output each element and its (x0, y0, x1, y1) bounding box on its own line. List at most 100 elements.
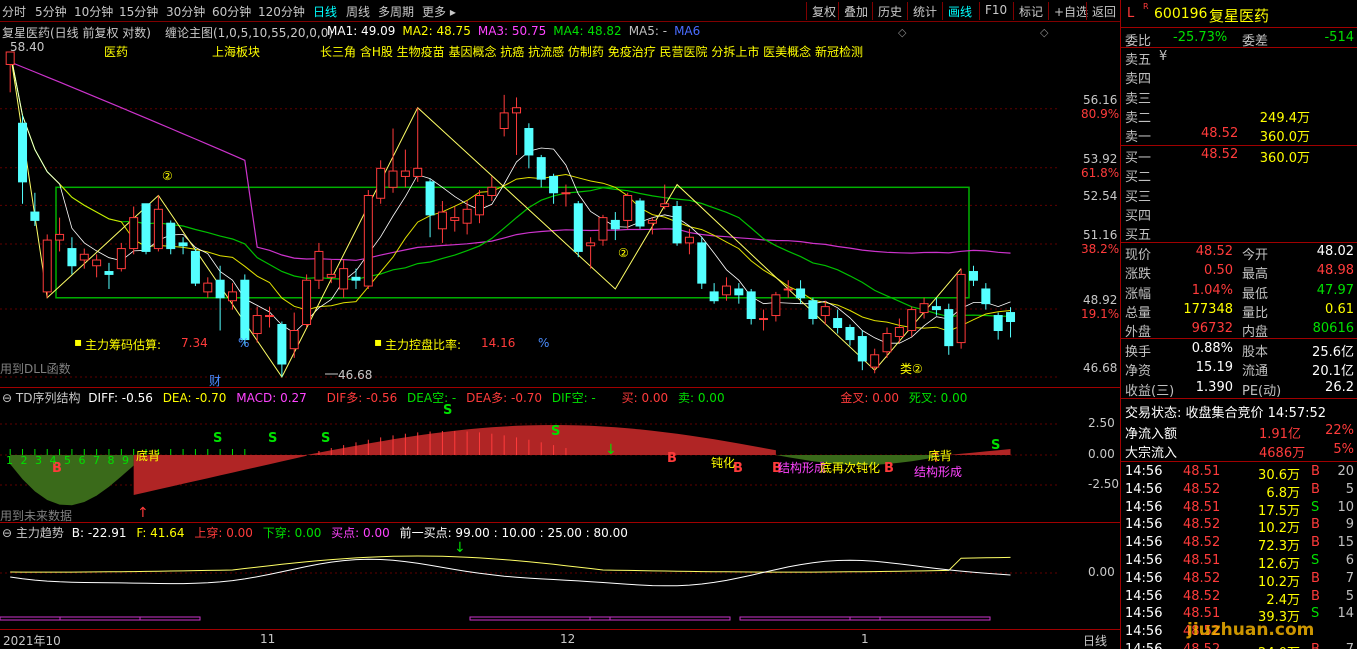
tick-time: 14:56 (1125, 535, 1163, 551)
period-tab[interactable]: 多周期 (378, 3, 414, 20)
toolbar-button[interactable]: 叠加 (838, 2, 873, 20)
candle-body (697, 242, 707, 284)
net-inflow-row: 净流入额 1.91亿 22% (1121, 422, 1357, 442)
tick-row[interactable]: 14:56 48.52 24.0万 B 7 (1121, 641, 1357, 649)
toolbar-button[interactable]: F10 (979, 2, 1012, 20)
ask-label: 卖一 (1125, 130, 1152, 146)
tick-count: 6 (1345, 553, 1354, 568)
candle-down (549, 173, 559, 204)
period-tab[interactable]: 更多 ▸ (422, 3, 456, 20)
period-tab[interactable]: 120分钟 (258, 3, 305, 20)
candle-up (759, 309, 769, 331)
candle-up (55, 217, 65, 252)
candle-down (746, 288, 756, 325)
chip-bullet-icon: ▪ (74, 335, 83, 349)
candle-body (931, 306, 941, 311)
tick-row[interactable]: 14:56 48.52 10.2万 B 7 (1121, 570, 1357, 590)
tick-row[interactable]: 14:56 48.52 10.2万 B 9 (1121, 516, 1357, 536)
fundamental-row: 净资 15.19 流通 20.1亿 (1121, 359, 1357, 379)
candle-up (907, 306, 917, 337)
candle-down (67, 237, 77, 275)
chip-estimate-unit: % (238, 336, 250, 350)
td-collapse-icon[interactable]: ⊖ (2, 391, 12, 405)
candle-down (277, 321, 287, 377)
tick-row[interactable]: 14:56 48.52 72.3万 B 15 (1121, 534, 1357, 554)
candle-body (314, 250, 324, 281)
candle-body (376, 167, 386, 199)
candle-body (55, 233, 65, 241)
candle-body (141, 203, 151, 252)
candle-body (67, 248, 77, 267)
indicator-name[interactable]: 缠论主图(1,0,5,10,55,20,0,0) (165, 24, 333, 41)
period-tab[interactable]: 日线 (313, 3, 337, 20)
td-pane-title[interactable]: TD序列结构 (16, 391, 81, 405)
fib-axis-tick: 61.8% (1081, 165, 1120, 180)
macd-red-area-3 (948, 449, 1011, 455)
trend-volume-band (469, 616, 611, 621)
board-tag: R (1143, 2, 1149, 11)
td-label-bottom-divergence-1: 底背 (136, 449, 161, 463)
candle-body (425, 181, 435, 216)
tick-row[interactable]: 14:56 48.51 17.5万 S 10 (1121, 499, 1357, 519)
candle-body (30, 211, 40, 221)
candle-body (981, 288, 991, 305)
candle-body (92, 259, 102, 267)
tick-row[interactable]: 14:56 48.51 30.6万 B 20 (1121, 463, 1357, 483)
candle-up (388, 128, 398, 193)
pane-toggle-diamond-icon[interactable]: ◇ (1040, 26, 1048, 39)
fundamental-label: 股本 (1242, 345, 1269, 360)
tick-row[interactable]: 14:56 48.51 12.6万 S 6 (1121, 552, 1357, 572)
tick-row[interactable]: 14:56 48.52 6.8万 B 5 (1121, 481, 1357, 501)
period-tab[interactable]: 5分钟 (35, 3, 67, 20)
trend-pane-title[interactable]: 主力趋势 (16, 526, 64, 540)
candle-down (1006, 307, 1016, 338)
candle-body (190, 250, 200, 284)
tick-row[interactable]: 14:56 48.52 2.4万 B 5 (1121, 588, 1357, 608)
candle-body (721, 285, 731, 296)
trend-collapse-icon[interactable]: ⊖ (2, 526, 12, 540)
block-inflow-row: 大宗流入 4686万 5% (1121, 441, 1357, 461)
stat-label: 现价 (1125, 248, 1152, 263)
period-tag[interactable]: 日线 (1083, 632, 1107, 649)
ma-legend-item: MA2: 48.75 (402, 24, 471, 38)
tick-count: 15 (1337, 535, 1354, 551)
period-toolbar: 分时 5分钟 10分钟 15分钟 30分钟 60分钟 120分钟 日线 周线 多周期 更多 ▸ 复权叠… (0, 0, 1120, 22)
candle-body (462, 208, 472, 224)
trend-cross-up: 上穿: 0.00 (194, 526, 253, 540)
toolbar-button[interactable]: 标记 (1013, 2, 1048, 20)
candle-body (882, 333, 892, 353)
toolbar-button[interactable]: 画线 (942, 2, 977, 20)
pane-divider-trend (0, 522, 1120, 523)
period-tab[interactable]: 周线 (346, 3, 370, 20)
collapse-diamond-icon[interactable]: ◇ (898, 26, 906, 39)
candle-up (289, 312, 299, 358)
block-inflow-pct: 5% (1333, 442, 1354, 457)
candle-body (104, 271, 114, 275)
quote-panel: L R 600196 复星医药 委比 -25.73% 委差 -514 卖五 ¥ 卖四… (1120, 0, 1357, 649)
toolbar-button[interactable]: 返回 (1086, 2, 1121, 20)
period-tab[interactable]: 60分钟 (212, 3, 251, 20)
stat-value: 48.98 (1316, 263, 1354, 279)
ask-label: 卖二 (1125, 110, 1152, 126)
candle-down (351, 268, 361, 289)
candle-body (919, 303, 929, 314)
tick-side: B (1311, 481, 1320, 497)
candle-up (326, 260, 336, 284)
kline-chart[interactable]: ↑↓ ↑BBB B BS S SSSS↓ (0, 22, 1120, 649)
chart-area[interactable]: ↑ ↓ ↑ B B B B B S S S S S S ↓ 复星医药(日线 前复权 对数) 缠论主图(1,0… (0, 22, 1120, 649)
ask-level: 卖一 48.52 360.0万 (1121, 125, 1357, 146)
toolbar-button[interactable]: 历史 (872, 2, 907, 20)
stat-value: 177348 (1183, 301, 1233, 317)
period-tab[interactable]: 分时 (2, 3, 26, 20)
stock-code: 600196 (1154, 6, 1208, 22)
period-tab[interactable]: 30分钟 (166, 3, 205, 20)
candle-body (487, 186, 497, 197)
toolbar-button[interactable]: 复权 (806, 2, 841, 20)
period-tab[interactable]: 15分钟 (119, 3, 158, 20)
toolbar-button[interactable]: 统计 (907, 2, 942, 20)
xaxis-label-nov: 11 (260, 632, 276, 646)
period-tab[interactable]: 10分钟 (74, 3, 113, 20)
trend-prev-buy-point: 前一买点: 99.00 : 10.00 : 25.00 : 80.00 (399, 526, 628, 540)
candle-body (166, 222, 176, 250)
fundamental-value: 26.2 (1325, 379, 1354, 395)
